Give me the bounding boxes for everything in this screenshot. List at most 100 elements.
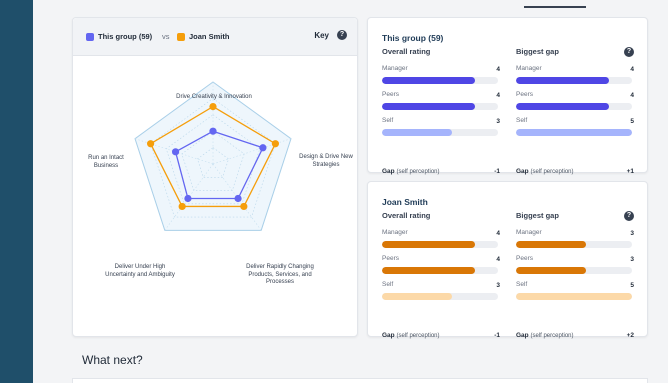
person-score-card: Joan Smith Overall rating Biggest gap ? … [367, 181, 648, 339]
group-card-title: This group (59) [382, 33, 444, 43]
gap-text: Gap [516, 332, 529, 339]
gap-text: Gap [382, 168, 395, 175]
person-overall-gap-value: -1 [494, 332, 500, 339]
row-value-self: 5 [630, 282, 634, 289]
person-point-0 [209, 103, 217, 111]
axis-label-uncertainty: Deliver Under High Uncertainty and Ambig… [105, 264, 175, 278]
person-legend-swatch [177, 33, 185, 41]
person-gap-title: Biggest gap [516, 211, 559, 220]
rating-bar-track [382, 241, 498, 248]
row-value-peers: 4 [496, 92, 500, 99]
rating-bar-fill [382, 129, 452, 136]
next-section-card [72, 378, 648, 383]
key-button[interactable]: Key ? [314, 30, 347, 40]
row-label-self: Self [382, 281, 394, 288]
rating-bar-track [382, 129, 498, 136]
rating-bar-track [516, 77, 632, 84]
rating-bar-fill [382, 241, 475, 248]
group-overall-title: Overall rating [382, 47, 431, 56]
group-point-4 [171, 148, 180, 156]
radar-legend-bar: This group (59) vs Joan Smith Key ? [73, 18, 357, 56]
rating-bar-track [516, 129, 632, 136]
sidebar [0, 0, 33, 383]
group-point-0 [209, 127, 217, 135]
gap-text: Gap [516, 168, 529, 175]
rating-bar-fill [516, 103, 609, 110]
row-value-self: 3 [496, 282, 500, 289]
row-label-self: Self [516, 117, 528, 124]
rating-bar-fill [516, 267, 586, 274]
rating-bar-fill [382, 293, 452, 300]
row-label-manager: Manager [382, 229, 408, 236]
row-label-peers: Peers [382, 91, 399, 98]
axis-label-creativity: Drive Creativity & Innovation [176, 94, 252, 100]
rating-bar-fill [516, 129, 632, 136]
row-value-peers: 4 [496, 256, 500, 263]
person-point-1 [271, 140, 279, 148]
group-biggest-gap-label: Gap (self perception) [516, 168, 574, 175]
person-overall-gap-label: Gap (self perception) [382, 332, 440, 339]
person-overall-title: Overall rating [382, 211, 431, 220]
axis-label-strategies: Design & Drive New Strategies [299, 154, 353, 168]
help-icon[interactable]: ? [624, 211, 634, 221]
gap-note: (self perception) [530, 333, 574, 339]
rating-bar-track [382, 267, 498, 274]
person-point-2 [240, 202, 248, 211]
person-legend-label: Joan Smith [189, 32, 230, 41]
key-label: Key [314, 30, 329, 40]
active-tab-underline [524, 6, 586, 8]
gap-text: Gap [382, 332, 395, 339]
rating-bar-fill [516, 241, 586, 248]
vs-label: vs [162, 32, 170, 41]
rating-bar-track [382, 77, 498, 84]
gap-note: (self perception) [530, 169, 574, 175]
rating-bar-track [382, 293, 498, 300]
row-value-manager: 4 [496, 230, 500, 237]
row-value-peers: 4 [630, 92, 634, 99]
group-overall-gap-label: Gap (self perception) [382, 168, 440, 175]
rating-bar-fill [382, 103, 475, 110]
group-biggest-gap-value: +1 [626, 168, 634, 175]
row-value-manager: 4 [630, 66, 634, 73]
row-value-manager: 3 [630, 230, 634, 237]
row-value-peers: 3 [630, 256, 634, 263]
group-point-3 [184, 194, 192, 203]
person-point-3 [178, 202, 186, 211]
row-label-self: Self [516, 281, 528, 288]
axis-label-rapid-change: Deliver Rapidly Changing Products, Servi… [246, 264, 314, 285]
row-value-self: 3 [496, 118, 500, 125]
row-value-manager: 4 [496, 66, 500, 73]
group-overall-gap-value: -1 [494, 168, 500, 175]
person-biggest-gap-value: +2 [626, 332, 634, 339]
row-label-manager: Manager [382, 65, 408, 72]
group-score-card: This group (59) Overall rating Biggest g… [367, 17, 648, 175]
rating-bar-track [516, 267, 632, 274]
rating-bar-track [382, 103, 498, 110]
rating-bar-fill [382, 77, 475, 84]
row-value-self: 5 [630, 118, 634, 125]
group-legend-label: This group (59) [98, 32, 153, 41]
person-point-4 [147, 140, 155, 148]
rating-bar-fill [516, 293, 632, 300]
row-label-peers: Peers [516, 255, 533, 262]
help-icon[interactable]: ? [624, 47, 634, 57]
rating-bar-track [516, 241, 632, 248]
rating-bar-track [516, 293, 632, 300]
row-label-manager: Manager [516, 229, 542, 236]
rating-bar-fill [382, 267, 475, 274]
row-label-manager: Manager [516, 65, 542, 72]
radar-chart-card: This group (59) vs Joan Smith Key ? Driv… [72, 17, 358, 337]
rating-bar-fill [516, 77, 609, 84]
what-next-heading: What next? [82, 353, 143, 367]
help-icon[interactable]: ? [337, 30, 347, 40]
rating-bar-track [516, 103, 632, 110]
row-label-self: Self [382, 117, 394, 124]
row-label-peers: Peers [382, 255, 399, 262]
row-label-peers: Peers [516, 91, 533, 98]
group-point-2 [234, 194, 242, 203]
person-card-title: Joan Smith [382, 197, 428, 207]
gap-note: (self perception) [396, 169, 440, 175]
group-gap-title: Biggest gap [516, 47, 559, 56]
group-point-1 [259, 144, 267, 152]
person-biggest-gap-label: Gap (self perception) [516, 332, 574, 339]
